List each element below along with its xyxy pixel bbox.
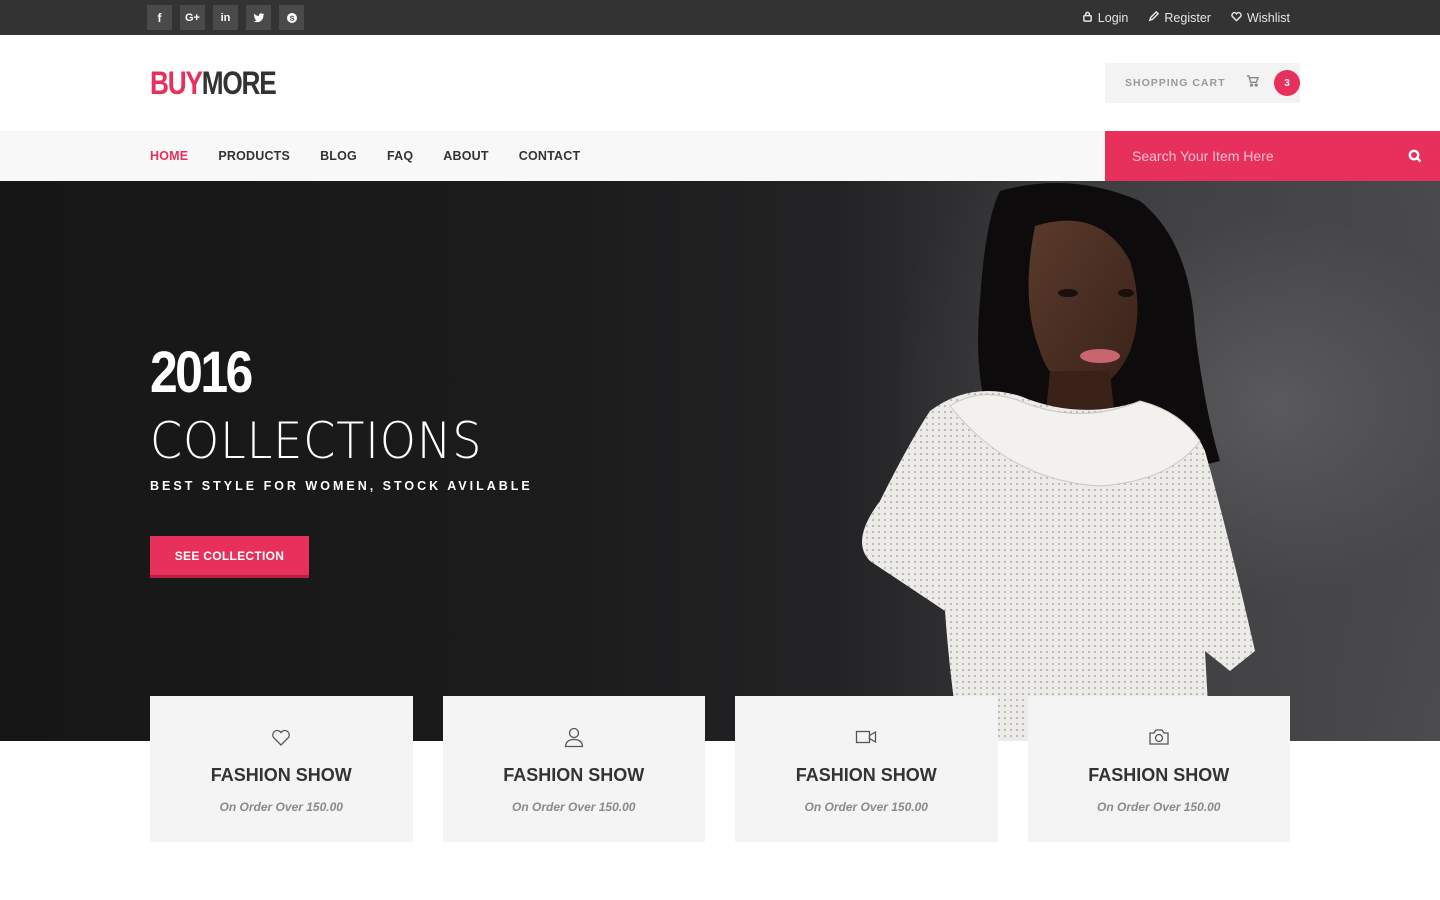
facebook-icon[interactable]: f: [147, 5, 172, 30]
hero-model-image: [862, 183, 1255, 741]
see-collection-button[interactable]: SEE COLLECTION: [150, 536, 309, 578]
camera-icon: [1148, 726, 1170, 748]
pencil-icon: [1148, 10, 1160, 25]
shopping-cart-button[interactable]: SHOPPING CART 3: [1105, 63, 1300, 103]
google-plus-icon[interactable]: G+: [180, 5, 205, 30]
login-link[interactable]: Login: [1082, 10, 1129, 25]
video-camera-icon: [855, 726, 877, 748]
hero-banner: 2016 COLLECTIONS BEST STYLE FOR WOMEN, S…: [0, 181, 1440, 741]
login-label: Login: [1097, 10, 1129, 25]
twitter-icon[interactable]: [246, 5, 271, 30]
main-nav: HOME PRODUCTS BLOG FAQ ABOUT CONTACT: [0, 131, 1440, 181]
feature-box: FASHION SHOW On Order Over 150.00: [150, 696, 413, 842]
feature-subtitle: On Order Over 150.00: [1097, 800, 1221, 814]
wishlist-link[interactable]: Wishlist: [1231, 11, 1290, 25]
register-link[interactable]: Register: [1148, 10, 1211, 25]
logo-part-1: BUY: [150, 65, 203, 101]
feature-box: FASHION SHOW On Order Over 150.00: [1027, 696, 1290, 842]
nav-item-blog[interactable]: BLOG: [320, 149, 357, 163]
cart-count-badge: 3: [1274, 70, 1300, 96]
heart-icon: [270, 726, 292, 748]
cart-label: SHOPPING CART: [1125, 77, 1226, 89]
feature-title: FASHION SHOW: [1088, 765, 1230, 785]
register-label: Register: [1164, 10, 1211, 25]
feature-subtitle: On Order Over 150.00: [804, 800, 928, 814]
logo[interactable]: BUYMORE: [150, 65, 277, 101]
skype-icon[interactable]: [279, 5, 304, 30]
search-icon[interactable]: [1408, 149, 1422, 163]
account-links: Login Register Wishlist: [1082, 0, 1290, 35]
heart-icon: [1231, 11, 1242, 25]
linkedin-icon[interactable]: in: [213, 5, 238, 30]
user-icon: [563, 726, 585, 748]
hero-year: 2016: [150, 340, 253, 405]
feature-title: FASHION SHOW: [210, 765, 352, 785]
feature-title: FASHION SHOW: [795, 765, 937, 785]
hero-tagline: BEST STYLE FOR WOMEN, STOCK AVILABLE: [150, 479, 533, 493]
cart-icon: [1226, 74, 1259, 92]
lock-icon: [1082, 11, 1093, 25]
search-input[interactable]: [1132, 148, 1392, 164]
nav-item-about[interactable]: ABOUT: [443, 149, 488, 163]
nav-item-home[interactable]: HOME: [150, 149, 188, 163]
feature-title: FASHION SHOW: [503, 765, 645, 785]
wishlist-label: Wishlist: [1246, 10, 1290, 25]
hero-title: COLLECTIONS: [150, 412, 483, 470]
social-links: f G+ in: [147, 5, 304, 30]
feature-subtitle: On Order Over 150.00: [219, 800, 343, 814]
feature-subtitle: On Order Over 150.00: [512, 800, 636, 814]
top-bar: f G+ in Login Register Wishlist: [0, 0, 1440, 35]
logo-part-2: MORE: [201, 65, 277, 101]
feature-boxes: FASHION SHOW On Order Over 150.00 FASHIO…: [150, 696, 1290, 842]
nav-item-contact[interactable]: CONTACT: [519, 149, 581, 163]
nav-item-products[interactable]: PRODUCTS: [218, 149, 290, 163]
feature-box: FASHION SHOW On Order Over 150.00: [735, 696, 998, 842]
site-header: BUYMORE SHOPPING CART 3: [0, 35, 1440, 131]
nav-menu: HOME PRODUCTS BLOG FAQ ABOUT CONTACT: [150, 131, 580, 181]
search-bar: [1105, 131, 1440, 181]
nav-item-faq[interactable]: FAQ: [387, 149, 413, 163]
feature-box: FASHION SHOW On Order Over 150.00: [442, 696, 705, 842]
